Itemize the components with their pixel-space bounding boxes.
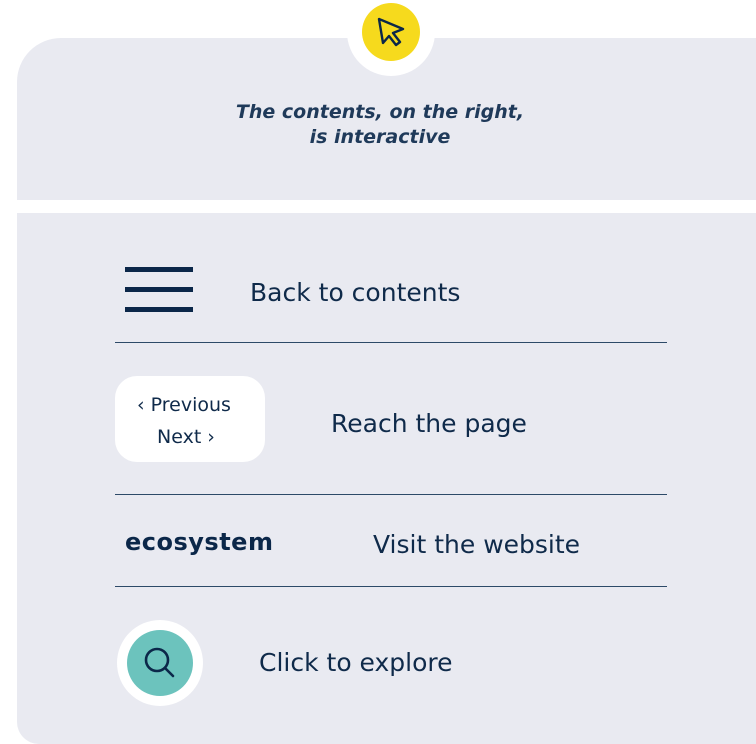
intro-headline: The contents, on the right, is interacti… xyxy=(0,100,756,150)
previous-page-link[interactable]: ‹ Previous xyxy=(137,393,231,417)
divider xyxy=(115,342,667,343)
next-page-link[interactable]: Next › xyxy=(157,425,215,449)
divider xyxy=(115,586,667,587)
headline-line-2: is interactive xyxy=(309,126,451,148)
menu-bar xyxy=(125,307,193,312)
instructions-panel: The contents, on the right, is interacti… xyxy=(0,0,756,744)
menu-bar xyxy=(125,267,193,272)
reach-page-label: Reach the page xyxy=(331,409,527,438)
click-to-explore-label: Click to explore xyxy=(259,648,453,677)
divider xyxy=(115,494,667,495)
hamburger-menu-icon[interactable] xyxy=(125,267,193,313)
magnifier-icon xyxy=(127,630,193,696)
visit-website-label: Visit the website xyxy=(373,530,581,559)
headline-line-1: The contents, on the right, xyxy=(235,101,525,123)
menu-bar xyxy=(125,287,193,292)
ecosystem-logo[interactable]: ecosystem xyxy=(125,528,273,556)
back-to-contents-label: Back to contents xyxy=(250,278,461,307)
pager-widget xyxy=(115,376,265,462)
cursor-pointer-icon xyxy=(362,3,420,61)
